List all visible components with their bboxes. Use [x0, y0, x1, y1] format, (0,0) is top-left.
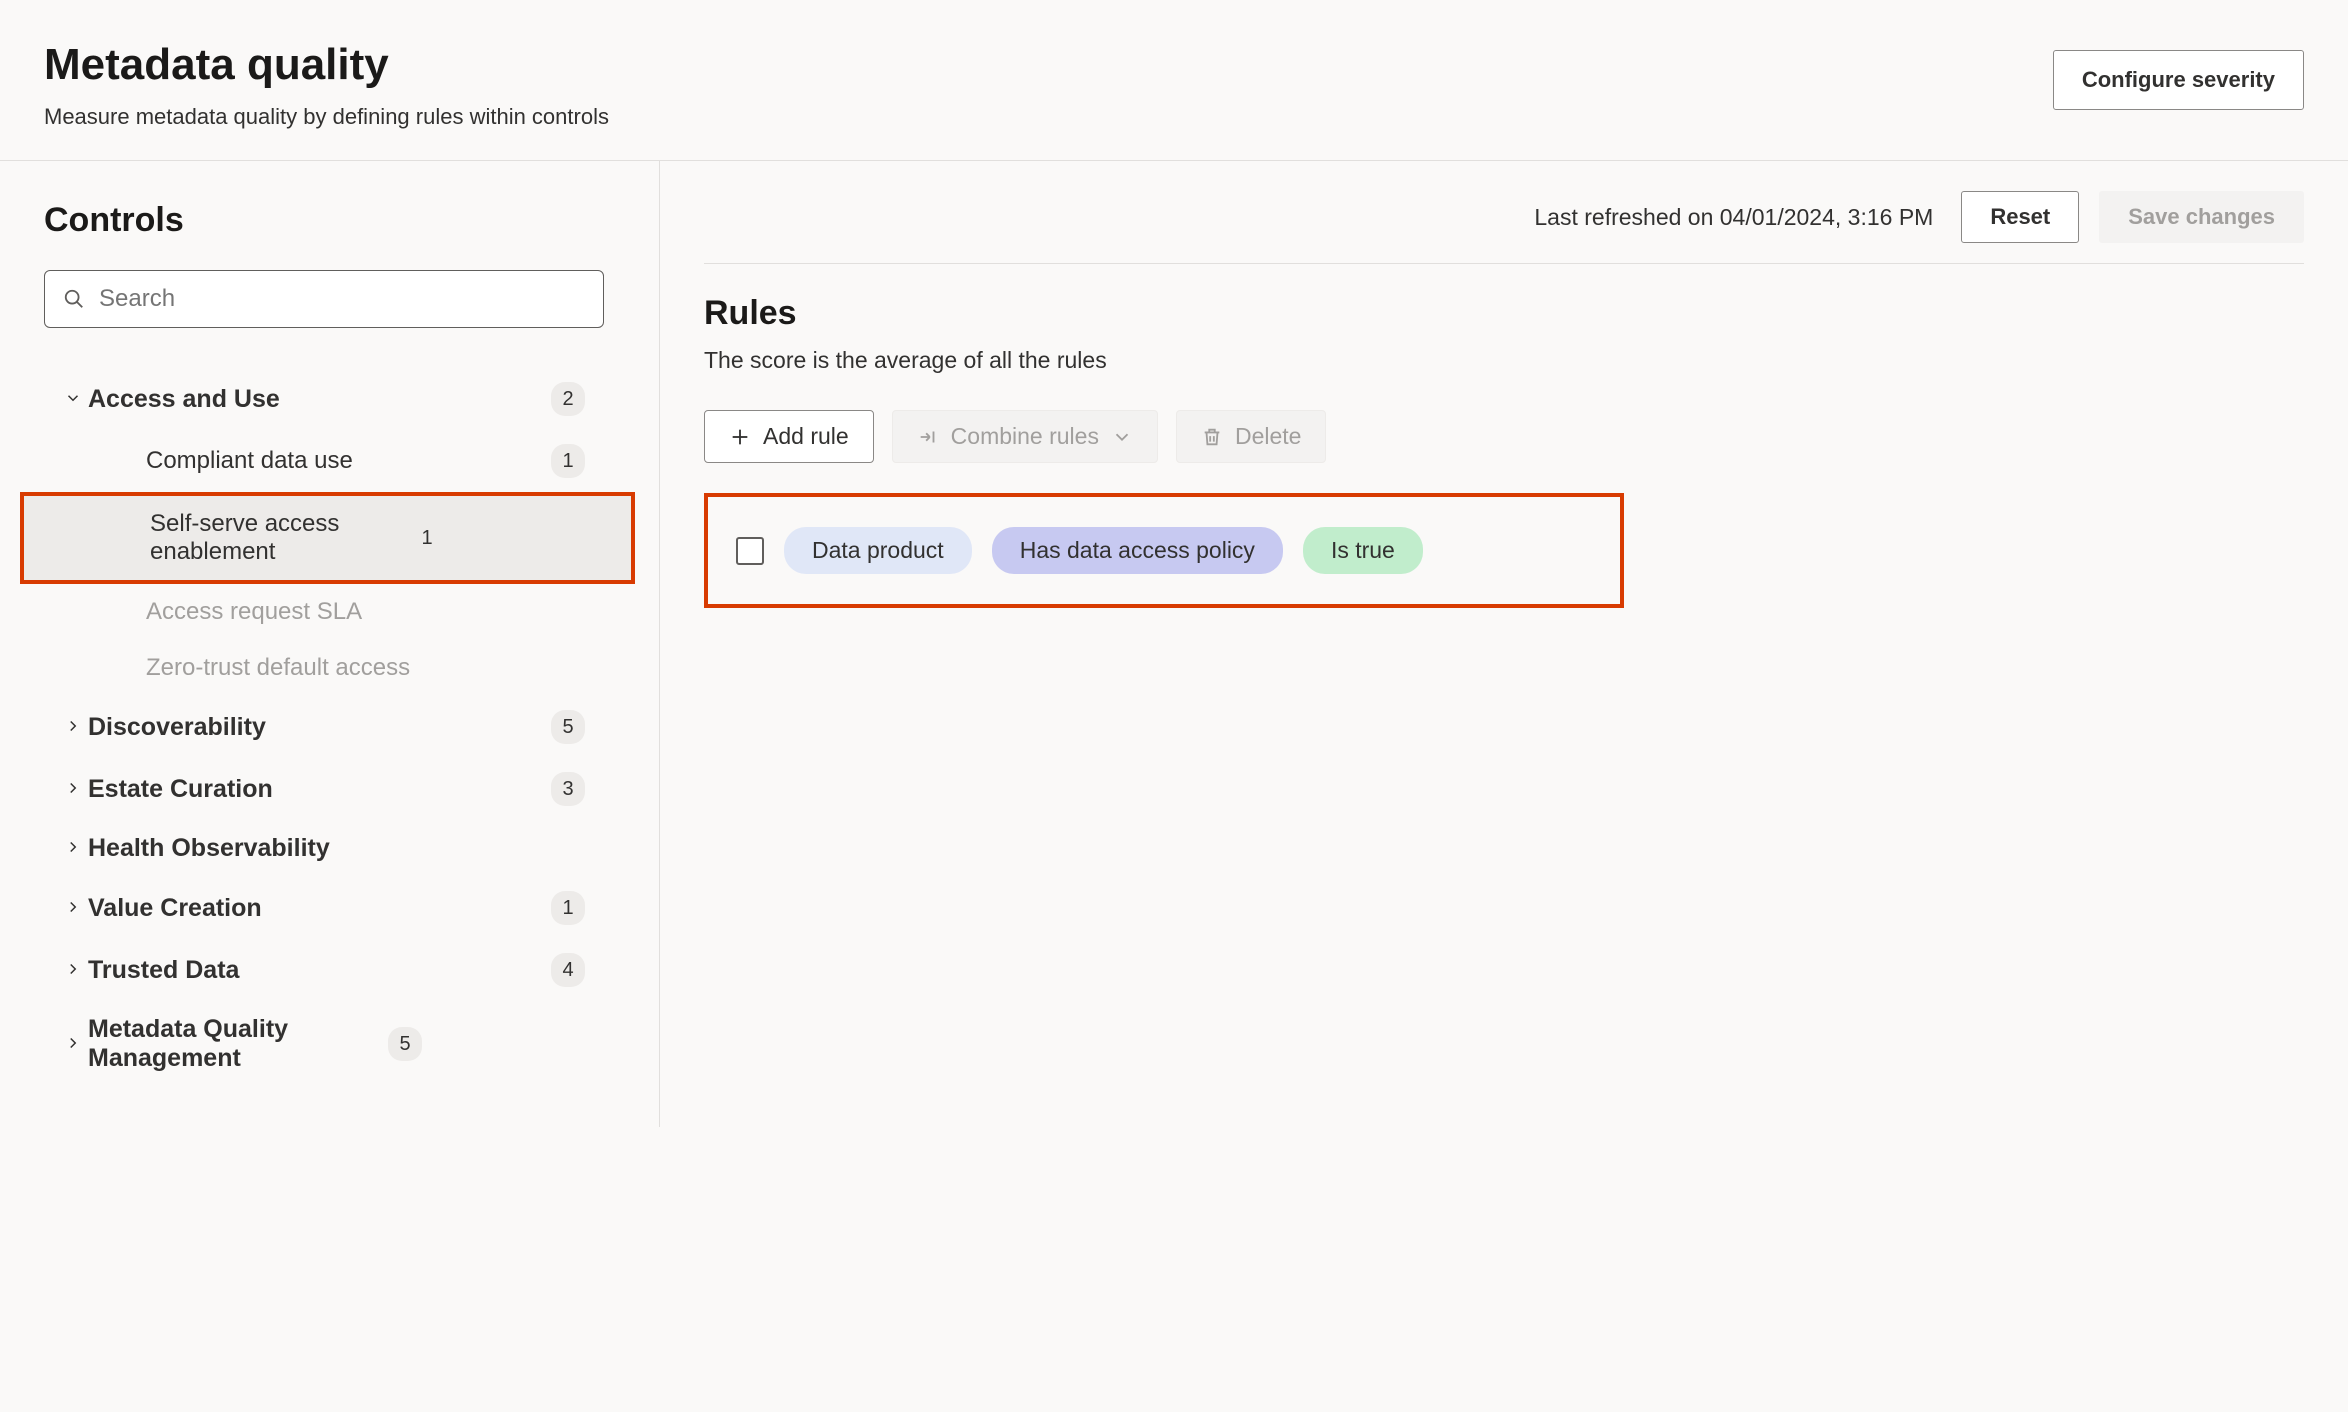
rules-subtitle: The score is the average of all the rule…: [704, 347, 2304, 374]
chevron-down-icon: [58, 389, 88, 410]
controls-sidebar: Controls Access and Use 2 Compliant data…: [0, 161, 660, 1127]
control-item-zero-trust-default-access[interactable]: Zero-trust default access: [44, 640, 615, 696]
reset-button[interactable]: Reset: [1961, 191, 2079, 243]
rule-value-pill[interactable]: Is true: [1303, 527, 1423, 574]
trash-icon: [1201, 426, 1223, 448]
search-input[interactable]: [99, 285, 585, 313]
main-panel: Last refreshed on 04/01/2024, 3:16 PM Re…: [660, 161, 2348, 1127]
count-badge: 5: [388, 1027, 422, 1061]
control-group-discoverability[interactable]: Discoverability 5: [44, 696, 615, 758]
control-group-metadata-quality-management[interactable]: Metadata Quality Management 5: [44, 1001, 615, 1087]
control-item-self-serve-access-enablement[interactable]: Self-serve access enablement 1: [24, 496, 631, 580]
plus-icon: [729, 426, 751, 448]
merge-icon: [917, 426, 939, 448]
chevron-right-icon: [58, 717, 88, 738]
chevron-right-icon: [58, 838, 88, 859]
count-badge: 1: [551, 444, 585, 478]
rule-subject-pill[interactable]: Data product: [784, 527, 972, 574]
count-badge: 1: [410, 521, 444, 555]
action-bar: Last refreshed on 04/01/2024, 3:16 PM Re…: [704, 191, 2304, 264]
page-title: Metadata quality: [44, 40, 609, 90]
last-refreshed-text: Last refreshed on 04/01/2024, 3:16 PM: [1534, 204, 1933, 231]
chevron-right-icon: [58, 1034, 88, 1055]
count-badge: 1: [551, 891, 585, 925]
count-badge: 5: [551, 710, 585, 744]
search-icon: [63, 288, 85, 310]
rule-predicate-pill[interactable]: Has data access policy: [992, 527, 1283, 574]
count-badge: 3: [551, 772, 585, 806]
control-item-access-request-sla[interactable]: Access request SLA: [44, 584, 615, 640]
page-header: Metadata quality Measure metadata qualit…: [0, 0, 2348, 161]
chevron-right-icon: [58, 898, 88, 919]
page-subtitle: Measure metadata quality by defining rul…: [44, 104, 609, 130]
rule-checkbox[interactable]: [736, 537, 764, 565]
add-rule-button[interactable]: Add rule: [704, 410, 874, 463]
rules-heading: Rules: [704, 294, 2304, 333]
configure-severity-button[interactable]: Configure severity: [2053, 50, 2304, 110]
control-group-estate-curation[interactable]: Estate Curation 3: [44, 758, 615, 820]
search-input-wrapper[interactable]: [44, 270, 604, 328]
count-badge: 2: [551, 382, 585, 416]
chevron-right-icon: [58, 960, 88, 981]
combine-rules-button[interactable]: Combine rules: [892, 410, 1158, 463]
controls-heading: Controls: [44, 201, 615, 240]
control-group-trusted-data[interactable]: Trusted Data 4: [44, 939, 615, 1001]
control-group-health-observability[interactable]: Health Observability: [44, 820, 615, 877]
rule-row[interactable]: Data product Has data access policy Is t…: [708, 497, 1620, 604]
save-changes-button[interactable]: Save changes: [2099, 191, 2304, 243]
control-group-value-creation[interactable]: Value Creation 1: [44, 877, 615, 939]
control-item-compliant-data-use[interactable]: Compliant data use 1: [44, 430, 615, 492]
control-group-label: Access and Use: [88, 385, 551, 414]
rules-toolbar: Add rule Combine rules Delete: [704, 410, 2304, 463]
chevron-right-icon: [58, 779, 88, 800]
rule-row-highlight: Data product Has data access policy Is t…: [704, 493, 1624, 608]
count-badge: 4: [551, 953, 585, 987]
control-group-access-and-use[interactable]: Access and Use 2: [44, 368, 615, 430]
chevron-down-icon: [1111, 426, 1133, 448]
delete-button[interactable]: Delete: [1176, 410, 1326, 463]
